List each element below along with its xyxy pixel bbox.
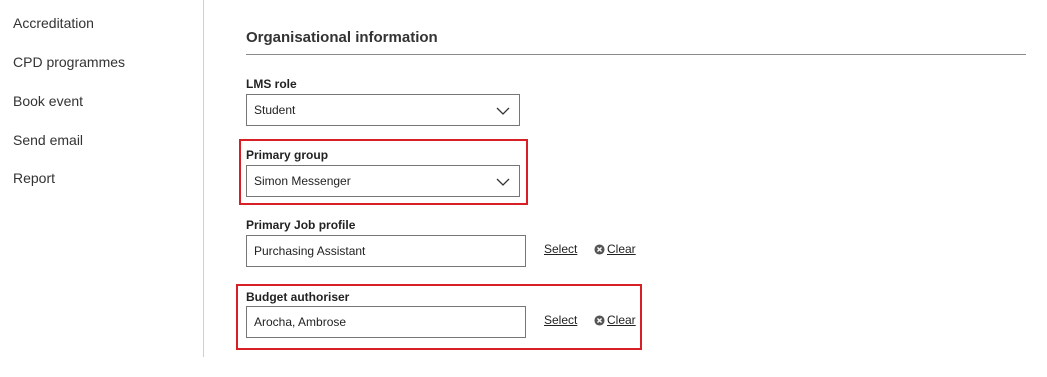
primary-group-label: Primary group — [246, 148, 329, 162]
section-divider — [246, 54, 1026, 55]
budget-authoriser-clear-link[interactable]: Clear — [607, 313, 636, 327]
chevron-down-icon — [496, 107, 510, 115]
budget-authoriser-label: Budget authoriser — [246, 290, 350, 304]
sidebar-item-accreditation[interactable]: Accreditation — [13, 15, 94, 31]
clear-icon[interactable] — [594, 244, 605, 255]
section-title: Organisational information — [246, 29, 438, 46]
primary-job-profile-label: Primary Job profile — [246, 218, 356, 232]
sidebar-item-report[interactable]: Report — [13, 170, 55, 186]
sidebar-nav: Accreditation CPD programmes Book event … — [0, 0, 204, 357]
chevron-down-icon — [496, 178, 510, 186]
primary-job-profile-clear-link[interactable]: Clear — [607, 242, 636, 256]
primary-job-profile-select-link[interactable]: Select — [544, 242, 577, 256]
budget-authoriser-field[interactable]: Arocha, Ambrose — [246, 306, 526, 338]
sidebar-item-send-email[interactable]: Send email — [13, 132, 83, 148]
budget-authoriser-value: Arocha, Ambrose — [254, 315, 347, 329]
sidebar-item-book-event[interactable]: Book event — [13, 93, 83, 109]
lms-role-label: LMS role — [246, 77, 297, 91]
primary-group-value: Simon Messenger — [254, 174, 351, 188]
budget-authoriser-select-link[interactable]: Select — [544, 313, 577, 327]
sidebar-item-cpd-programmes[interactable]: CPD programmes — [13, 54, 125, 70]
clear-icon[interactable] — [594, 315, 605, 326]
primary-job-profile-value: Purchasing Assistant — [254, 244, 366, 258]
lms-role-select[interactable]: Student — [246, 94, 520, 126]
primary-job-profile-field[interactable]: Purchasing Assistant — [246, 235, 526, 267]
lms-role-value: Student — [254, 103, 296, 117]
primary-group-select[interactable]: Simon Messenger — [246, 165, 520, 197]
